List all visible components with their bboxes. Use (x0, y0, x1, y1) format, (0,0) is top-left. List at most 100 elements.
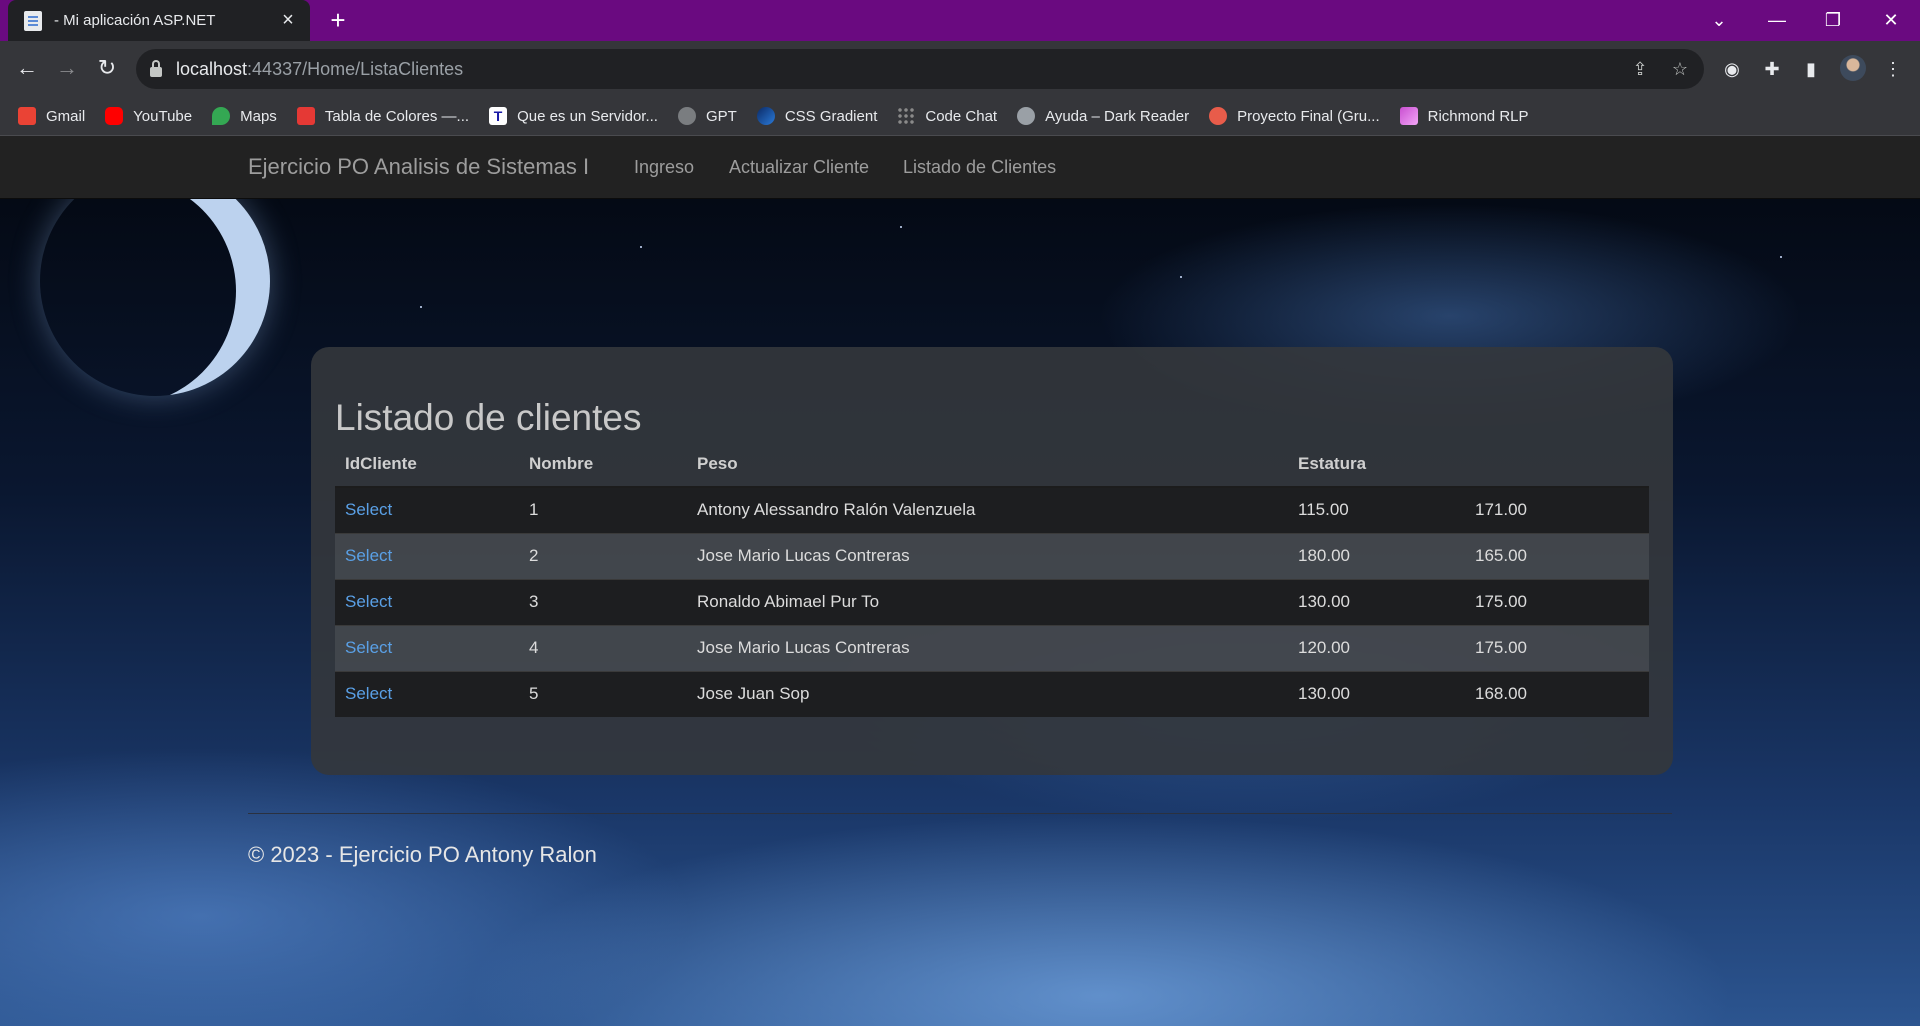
bookmark-proyecto-final[interactable]: Proyecto Final (Gru... (1209, 107, 1380, 125)
table-cell: Select (335, 486, 519, 533)
table-header-row: IdCliente Nombre Peso Estatura (335, 441, 1649, 488)
forward-arrow-icon[interactable]: → (50, 51, 84, 85)
bookmark-gmail[interactable]: Gmail (18, 107, 85, 125)
address-bar[interactable]: localhost:44337/Home/ListaClientes ⇪ ☆ (136, 49, 1704, 89)
table-cell: 175.00 (1465, 578, 1649, 625)
table-cell: 168.00 (1465, 670, 1649, 717)
new-tab-button[interactable]: + (324, 6, 352, 34)
select-link[interactable]: Select (345, 592, 392, 611)
profile-avatar[interactable] (1840, 55, 1866, 81)
back-arrow-icon[interactable]: ← (10, 51, 44, 85)
youtube-icon (105, 107, 124, 125)
site-navbar: Ejercicio PO Analisis de Sistemas I Ingr… (0, 136, 1920, 199)
select-link[interactable]: Select (345, 500, 392, 519)
bookmark-code-chat[interactable]: Code Chat (897, 107, 997, 125)
table-cell: Antony Alessandro Ralón Valenzuela (687, 486, 1288, 533)
bookmark-richmond[interactable]: Richmond RLP (1399, 107, 1529, 125)
page-background: Ejercicio PO Analisis de Sistemas I Ingr… (0, 136, 1920, 1026)
richmond-icon (1399, 107, 1418, 125)
gmail-icon (18, 107, 36, 125)
bookmark-star-icon[interactable]: ☆ (1668, 57, 1692, 81)
share-icon[interactable]: ⇪ (1628, 57, 1652, 81)
bookmark-label: Maps (240, 107, 277, 125)
bookmark-youtube[interactable]: YouTube (105, 107, 192, 125)
table-row: Select 2 Jose Mario Lucas Contreras 180.… (335, 532, 1649, 579)
table-cell: Jose Mario Lucas Contreras (687, 532, 1288, 579)
table-cell: 180.00 (1288, 532, 1465, 579)
browser-title-bar: - Mi aplicación ASP.NET × + ⌄ — ❐ ✕ (0, 0, 1920, 41)
star (900, 226, 902, 228)
table-row: Select 4 Jose Mario Lucas Contreras 120.… (335, 624, 1649, 671)
table-cell: 3 (519, 578, 687, 625)
dark-reader-icon (1017, 107, 1036, 125)
extensions-puzzle-icon[interactable]: ✚ (1759, 56, 1785, 82)
star (420, 306, 422, 308)
table-cell: Select (335, 670, 519, 717)
table-cell: Jose Juan Sop (687, 670, 1288, 717)
star (640, 246, 642, 248)
select-link[interactable]: Select (345, 638, 392, 657)
table-cell: 165.00 (1465, 532, 1649, 579)
url-path: :44337/Home/ListaClientes (247, 58, 464, 79)
reload-icon[interactable]: ↻ (90, 51, 124, 85)
dark-reader-extension-icon[interactable]: ◉ (1719, 56, 1745, 82)
table-cell: Select (335, 578, 519, 625)
table-cell: 2 (519, 532, 687, 579)
menu-kebab-icon[interactable]: ⋮ (1880, 56, 1906, 82)
bookmark-label: Tabla de Colores —... (324, 107, 470, 125)
bookmark-label: Proyecto Final (Gru... (1237, 107, 1380, 125)
bookmark-color-table[interactable]: Tabla de Colores —... (296, 107, 470, 125)
moon-image (40, 166, 270, 396)
t-letter-icon: T (489, 107, 508, 125)
color-table-icon (296, 107, 315, 125)
restore-button[interactable]: ❐ (1810, 0, 1856, 41)
close-window-button[interactable]: ✕ (1868, 0, 1914, 41)
bookmark-label: YouTube (133, 107, 193, 125)
table-row: Select 5 Jose Juan Sop 130.00 168.00 (335, 670, 1649, 717)
clients-panel: Listado de clientes IdCliente Nombre Pes… (311, 347, 1673, 775)
column-header (1465, 441, 1649, 488)
bookmark-label: Ayuda – Dark Reader (1045, 107, 1190, 125)
table-cell: 120.00 (1288, 624, 1465, 671)
table-cell: 1 (519, 486, 687, 533)
bookmark-dark-reader[interactable]: Ayuda – Dark Reader (1017, 107, 1189, 125)
maps-icon (212, 107, 231, 125)
nav-ingreso[interactable]: Ingreso (634, 157, 694, 178)
table-cell: 5 (519, 670, 687, 717)
bookmark-servidor[interactable]: T Que es un Servidor... (489, 107, 658, 125)
minimize-button[interactable]: — (1754, 0, 1800, 41)
browser-toolbar: ← → ↻ localhost:44337/Home/ListaClientes… (0, 41, 1920, 97)
select-link[interactable]: Select (345, 546, 392, 565)
select-link[interactable]: Select (345, 684, 392, 703)
close-tab-icon[interactable]: × (278, 9, 298, 32)
site-brand[interactable]: Ejercicio PO Analisis de Sistemas I (248, 154, 589, 180)
bookmark-label: Gmail (46, 107, 86, 125)
lock-icon[interactable] (150, 59, 162, 77)
clients-table: IdCliente Nombre Peso Estatura Select 1 … (335, 441, 1649, 717)
side-panel-icon[interactable]: ▮ (1798, 56, 1824, 82)
document-icon (24, 10, 42, 31)
bookmark-gpt[interactable]: GPT (677, 107, 737, 125)
css-gradient-icon (756, 107, 775, 125)
tab-search-icon[interactable]: ⌄ (1696, 0, 1742, 41)
bookmark-label: Code Chat (925, 107, 998, 125)
table-row: Select 1 Antony Alessandro Ralón Valenzu… (335, 486, 1649, 533)
table-cell: Select (335, 624, 519, 671)
url-host: localhost (176, 58, 248, 79)
bookmarks-bar: Gmail YouTube Maps Tabla de Colores —...… (0, 97, 1920, 136)
browser-tab[interactable]: - Mi aplicación ASP.NET × (8, 0, 310, 41)
bookmark-css-gradient[interactable]: CSS Gradient (756, 107, 878, 125)
star (1180, 276, 1182, 278)
table-cell: 175.00 (1465, 624, 1649, 671)
bookmark-label: CSS Gradient (784, 107, 878, 125)
nav-actualizar-cliente[interactable]: Actualizar Cliente (729, 157, 869, 178)
table-cell: 171.00 (1465, 486, 1649, 533)
gpt-icon (677, 107, 696, 125)
page-title: Listado de clientes (335, 397, 642, 438)
star (1780, 256, 1782, 258)
table-cell: 115.00 (1288, 486, 1465, 533)
table-cell: 130.00 (1288, 578, 1465, 625)
nav-listado-clientes[interactable]: Listado de Clientes (903, 157, 1056, 178)
bookmark-maps[interactable]: Maps (212, 107, 277, 125)
table-cell: Jose Mario Lucas Contreras (687, 624, 1288, 671)
